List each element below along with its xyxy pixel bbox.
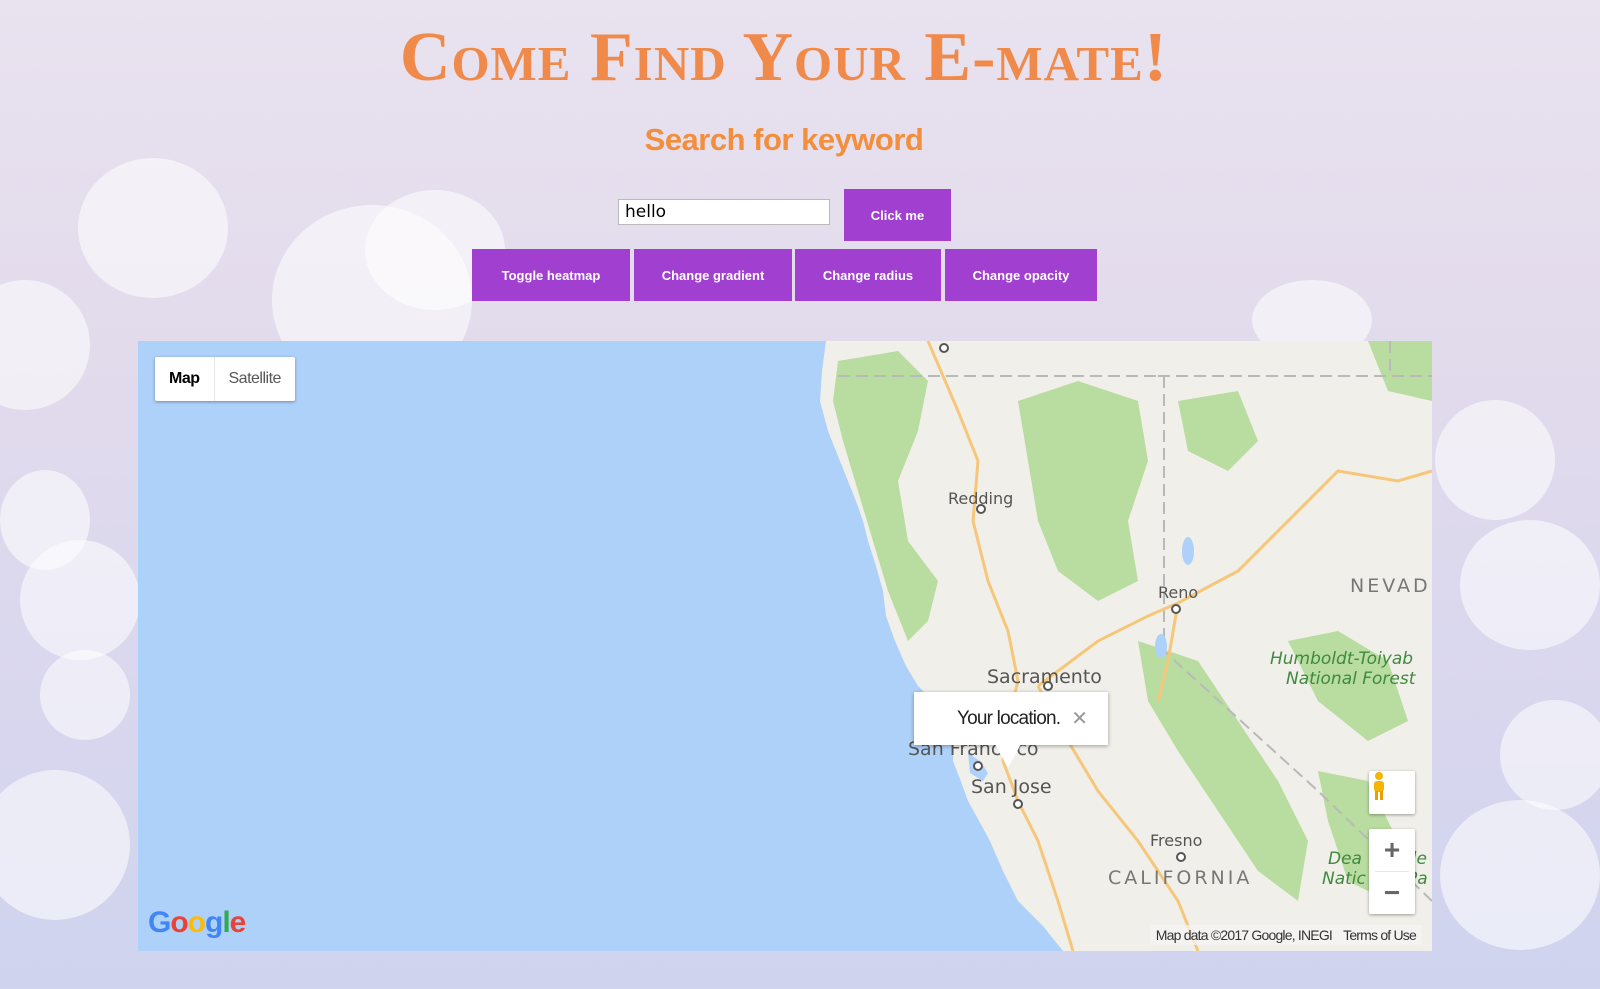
map-type-control: Map Satellite bbox=[155, 357, 295, 401]
city-dot bbox=[973, 761, 983, 771]
map-label-redding: Redding bbox=[948, 489, 1014, 508]
map-label-national-forest: National Forest bbox=[1286, 669, 1416, 689]
map-label-death-valley: Natic bbox=[1322, 869, 1366, 889]
google-logo[interactable]: Google bbox=[148, 906, 246, 940]
background-bubble bbox=[1500, 700, 1600, 810]
city-dot bbox=[1013, 799, 1023, 809]
background-bubble bbox=[20, 540, 140, 660]
zoom-control: + − bbox=[1369, 829, 1415, 914]
lake bbox=[1182, 537, 1194, 565]
map-label-reno: Reno bbox=[1158, 583, 1199, 602]
info-window-text: Your location. bbox=[957, 708, 1061, 729]
terms-of-use-link[interactable]: Terms of Use bbox=[1343, 927, 1417, 943]
zoom-in-button[interactable]: + bbox=[1369, 829, 1415, 871]
info-window-pointer bbox=[995, 744, 1021, 768]
google-map[interactable]: Redding Reno NEVAD Sacramento San Franci… bbox=[138, 341, 1432, 951]
change-radius-button[interactable]: Change radius bbox=[795, 249, 941, 301]
map-label-sacramento: Sacramento bbox=[987, 666, 1102, 688]
map-data-attribution: Map data ©2017 Google, INEGI bbox=[1155, 927, 1333, 943]
street-view-pegman[interactable] bbox=[1369, 771, 1415, 814]
background-bubble bbox=[1435, 400, 1555, 520]
city-dot bbox=[939, 343, 949, 353]
city-dot bbox=[1171, 604, 1181, 614]
background-bubble bbox=[40, 650, 130, 740]
close-icon[interactable]: ✕ bbox=[1071, 706, 1088, 731]
lake bbox=[1155, 634, 1167, 658]
map-label-san-jose: San Jose bbox=[971, 776, 1052, 798]
background-bubble bbox=[0, 770, 130, 920]
map-attribution: Map data ©2017 Google, INEGI Terms of Us… bbox=[1149, 925, 1422, 945]
zoom-out-button[interactable]: − bbox=[1369, 872, 1415, 914]
pegman-icon bbox=[1374, 772, 1384, 800]
click-me-button[interactable]: Click me bbox=[844, 189, 951, 241]
page-title: Come Find Your E-mate! bbox=[399, 19, 1169, 96]
page-subtitle: Search for keyword bbox=[644, 122, 924, 157]
map-type-satellite-button[interactable]: Satellite bbox=[215, 357, 295, 401]
toggle-heatmap-button[interactable]: Toggle heatmap bbox=[472, 249, 630, 301]
info-window: Your location. ✕ bbox=[914, 692, 1108, 745]
city-dot bbox=[1176, 852, 1186, 862]
map-label-humboldt: Humboldt-Toiyab bbox=[1270, 649, 1414, 669]
background-bubble bbox=[1460, 520, 1600, 650]
map-type-map-button[interactable]: Map bbox=[155, 357, 215, 401]
change-opacity-button[interactable]: Change opacity bbox=[945, 249, 1097, 301]
map-label-california: CALIFORNIA bbox=[1108, 867, 1253, 889]
change-gradient-button[interactable]: Change gradient bbox=[634, 249, 792, 301]
background-bubble bbox=[78, 158, 228, 298]
map-label-nevada: NEVAD bbox=[1350, 575, 1431, 597]
map-terrain bbox=[820, 341, 1432, 951]
background-bubble bbox=[0, 280, 90, 410]
map-label-fresno: Fresno bbox=[1150, 831, 1203, 850]
keyword-input[interactable] bbox=[618, 199, 830, 225]
map-label-death-valley: Dea bbox=[1328, 849, 1362, 869]
background-bubble bbox=[1440, 800, 1600, 950]
